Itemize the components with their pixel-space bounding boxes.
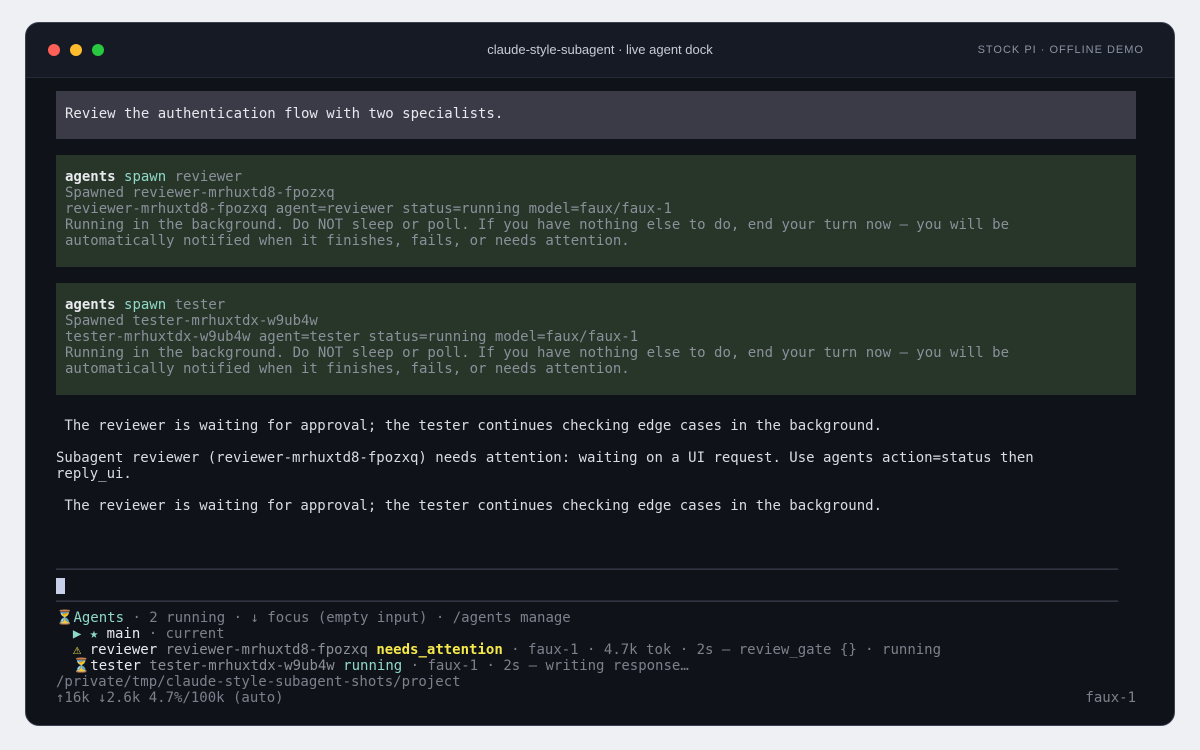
input-separator-top: ────────────────────────────────────────… [56,562,1119,578]
tool-output-line: Spawned reviewer-mrhuxtd8-fpozxq [65,185,335,201]
footer-stats: ↑16k ↓2.6k 4.7%/100k (auto) [56,690,284,706]
notification-line: Subagent reviewer (reviewer-mrhuxtd8-fpo… [56,450,1034,466]
agent-status-badge: needs_attention [376,642,503,658]
tool-output-line: automatically notified when it finishes,… [65,233,630,249]
title-bar: claude-style-subagent · live agent dock … [26,23,1174,78]
tool-command-arg: tester [174,297,226,313]
footer-path: /private/tmp/claude-style-subagent-shots… [56,674,461,690]
assistant-message: The reviewer is waiting for approval; th… [56,418,883,434]
tool-command-name: agents [65,169,116,185]
tool-command-arg: reviewer [174,169,243,185]
agent-meta: · current [140,626,225,642]
agents-dock-header[interactable]: ⏳Agents · 2 running · ↓ focus (empty inp… [56,610,571,626]
tool-call-command: agents spawn tester [65,297,1009,313]
tool-output-line: Running in the background. Do NOT sleep … [65,217,1010,233]
text-cursor [56,578,65,594]
hourglass-icon: ⏳ [56,610,74,626]
tool-output-line: tester-mrhuxtdx-w9ub4w agent=tester stat… [65,329,639,345]
agent-meta: · faux-1 · 2s — writing response… [402,658,689,674]
terminal-window: claude-style-subagent · live agent dock … [25,22,1175,726]
tool-output-line: automatically notified when it finishes,… [65,361,630,377]
agent-name: main [106,626,141,642]
notification-line: reply_ui. [56,466,132,482]
agent-name: tester [90,658,141,674]
agent-row-reviewer[interactable]: ⚠ reviewer reviewer-mrhuxtd8-fpozxq need… [56,642,941,658]
input-separator-bottom: ────────────────────────────────────────… [56,594,1119,610]
demo-badge: STOCK PI · OFFLINE DEMO [977,44,1144,56]
tool-output-line: Running in the background. Do NOT sleep … [65,345,1010,361]
tool-call-block: agents spawn tester Spawned tester-mrhux… [56,283,1136,395]
user-message: Review the authentication flow with two … [65,106,504,122]
play-star-icon: ▶ ★ [56,626,107,642]
prompt-input[interactable] [56,578,65,594]
tool-output-line: reviewer-mrhuxtd8-fpozxq agent=reviewer … [65,201,672,217]
agent-id: tester-mrhuxtdx-w9ub4w [140,658,344,674]
agent-row-tester[interactable]: ⏳tester tester-mrhuxtdx-w9ub4w running ·… [56,658,689,674]
tool-command-name: agents [65,297,116,313]
agent-meta: · faux-1 · 4.7k tok · 2s — review_gate {… [502,642,942,658]
tool-command-verb: spawn [124,297,167,313]
hourglass-icon: ⏳ [56,658,91,674]
tool-output-line: Spawned tester-mrhuxtdx-w9ub4w [65,313,318,329]
tool-call-block: agents spawn reviewer Spawned reviewer-m… [56,155,1136,267]
user-message-block: Review the authentication flow with two … [56,91,1136,139]
agent-id: reviewer-mrhuxtd8-fpozxq [157,642,377,658]
footer-model: faux-1 [1085,690,1136,706]
assistant-message: The reviewer is waiting for approval; th… [56,498,883,514]
tool-call-command: agents spawn reviewer [65,169,1009,185]
warning-icon: ⚠ [56,642,90,658]
agent-name: reviewer [89,642,158,658]
tool-command-verb: spawn [124,169,167,185]
agent-status-badge: running [343,658,403,674]
agents-dock-meta: · 2 running · ↓ focus (empty input) · /a… [124,610,571,626]
agents-dock-title: Agents [73,610,125,626]
agent-row-main[interactable]: ▶ ★ main · current [56,626,225,642]
